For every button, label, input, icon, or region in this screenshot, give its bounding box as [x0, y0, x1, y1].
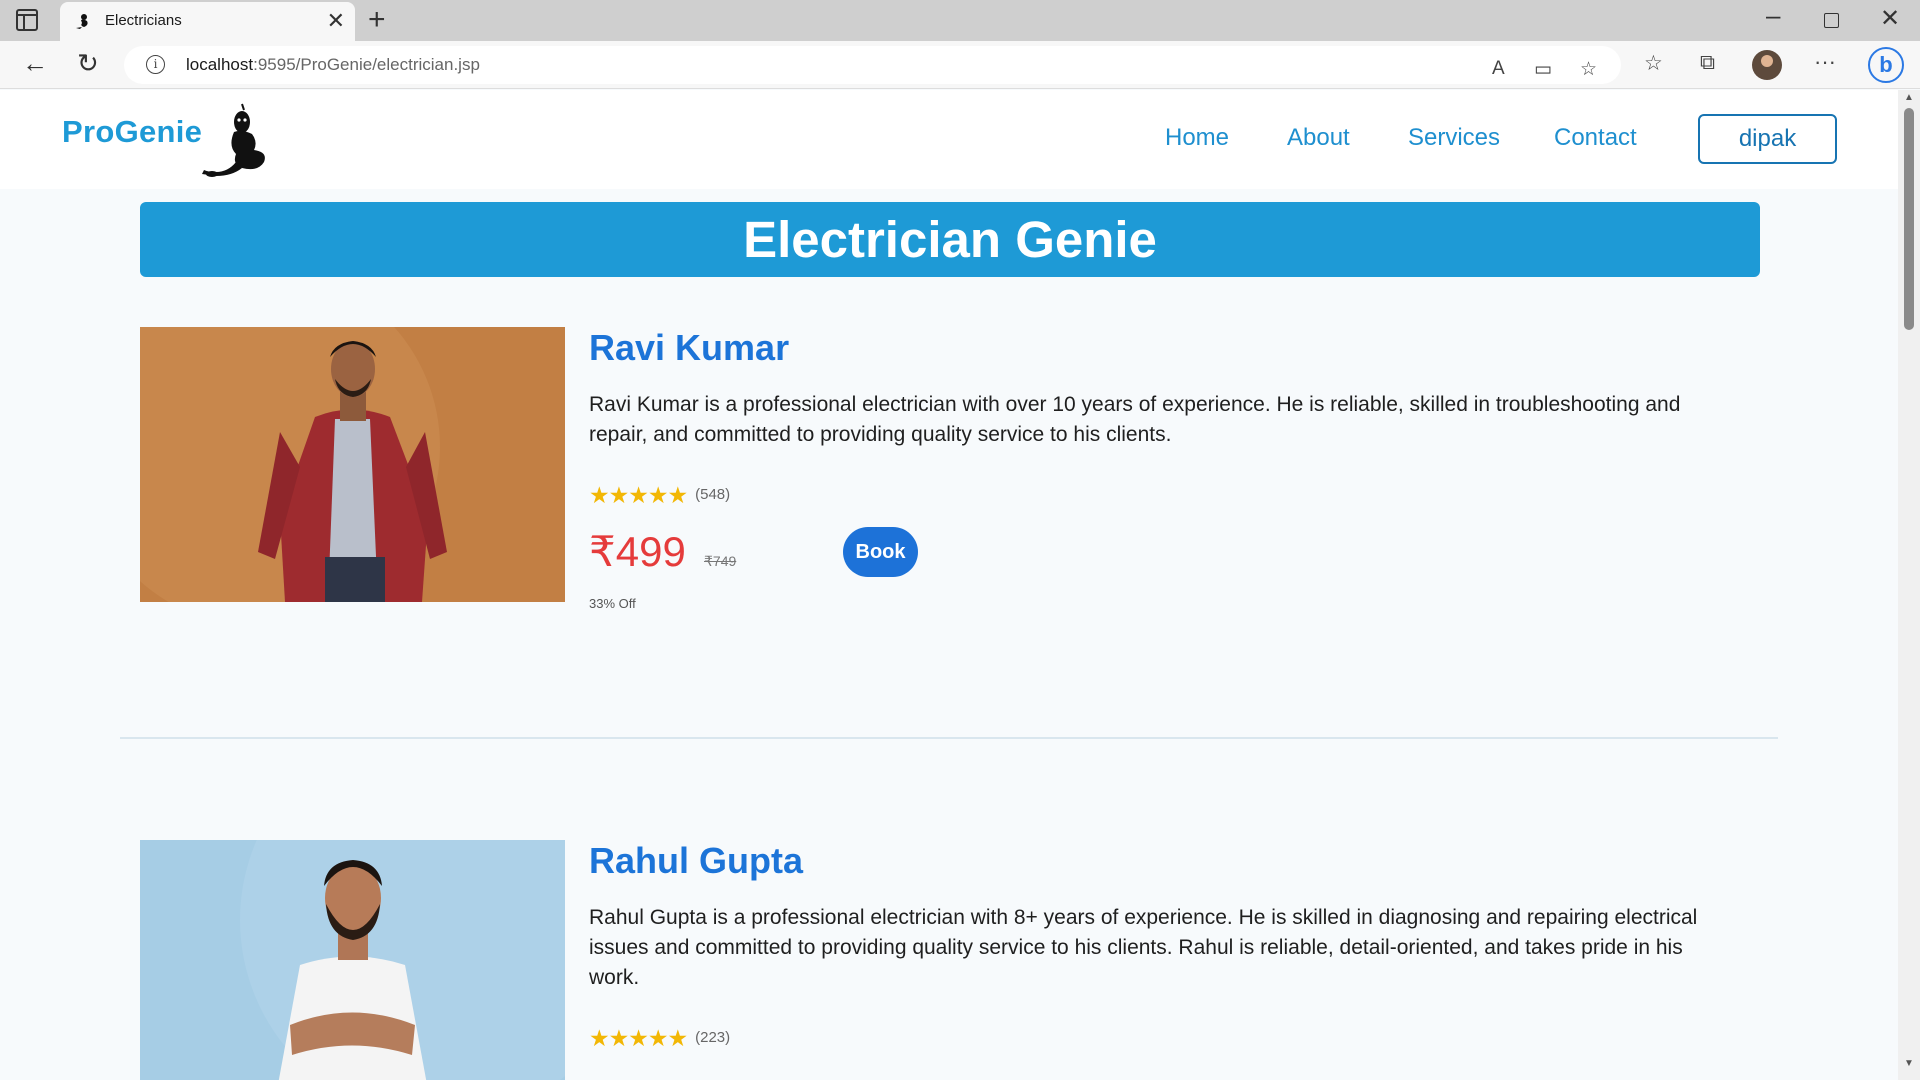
info-icon[interactable]: i: [146, 55, 165, 74]
nav-contact-link[interactable]: Contact: [1554, 124, 1637, 152]
review-count: (223): [695, 1029, 731, 1046]
rating: ★★★★★ (548): [589, 482, 730, 509]
electrician-name[interactable]: Ravi Kumar: [589, 327, 789, 369]
url-path: :9595/ProGenie/electrician.jsp: [253, 55, 480, 74]
electrician-description: Rahul Gupta is a professional electricia…: [589, 906, 1698, 989]
add-favorite-icon[interactable]: ☆: [1580, 58, 1597, 81]
electrician-photo: [140, 327, 565, 602]
price: ₹499: [589, 528, 686, 575]
nav-home-link[interactable]: Home: [1165, 124, 1229, 152]
address-bar[interactable]: i localhost:9595/ProGenie/electrician.js…: [124, 46, 1621, 84]
page-scrollbar[interactable]: ▲ ▼: [1898, 90, 1920, 1080]
scroll-thumb[interactable]: [1904, 108, 1914, 330]
person-photo-illustration: [140, 327, 565, 602]
sidebar-icon[interactable]: [16, 9, 38, 31]
read-aloud-icon[interactable]: A: [1492, 58, 1505, 80]
brand-logo-text[interactable]: ProGenie: [62, 114, 202, 150]
genie-favicon-icon: [76, 14, 88, 29]
url-text[interactable]: localhost:9595/ProGenie/electrician.jsp: [186, 55, 480, 75]
person-photo-illustration: [140, 840, 565, 1080]
new-tab-button[interactable]: +: [368, 3, 386, 37]
tab-title: Electricians: [105, 12, 182, 29]
minimize-icon[interactable]: –: [1766, 0, 1780, 31]
nav-services-link[interactable]: Services: [1408, 124, 1500, 152]
review-count: (548): [695, 486, 731, 503]
browser-tab-bar: Electricians ✕ + – ✕: [0, 0, 1920, 41]
copilot-icon[interactable]: b: [1868, 47, 1904, 83]
scroll-up-icon[interactable]: ▲: [1904, 92, 1914, 103]
browser-tab[interactable]: Electricians ✕: [60, 2, 355, 41]
electrician-name[interactable]: Rahul Gupta: [589, 840, 803, 882]
window-close-icon[interactable]: ✕: [1880, 4, 1900, 33]
electrician-photo: [140, 840, 565, 1080]
nav-about-link[interactable]: About: [1287, 124, 1350, 152]
page-title-banner: Electrician Genie: [140, 202, 1760, 277]
back-arrow-icon[interactable]: ←: [22, 48, 48, 79]
book-button[interactable]: Book: [843, 527, 918, 577]
card-divider: [120, 737, 1778, 739]
restore-icon[interactable]: [1824, 13, 1839, 28]
profile-avatar[interactable]: [1752, 50, 1782, 80]
favorites-icon[interactable]: ☆: [1644, 51, 1663, 76]
rating: ★★★★★ (223): [589, 1025, 730, 1052]
star-rating-icon: ★★★★★: [589, 482, 688, 508]
immersive-reader-icon[interactable]: ▭: [1534, 58, 1552, 81]
reload-icon[interactable]: ↻: [77, 48, 99, 79]
user-account-button[interactable]: dipak: [1698, 114, 1837, 164]
tab-close-icon[interactable]: ✕: [327, 8, 345, 34]
scroll-down-icon[interactable]: ▼: [1904, 1058, 1914, 1069]
original-price: ₹749: [704, 553, 737, 569]
more-icon[interactable]: ···: [1814, 49, 1836, 75]
browser-toolbar: ← ↻ i localhost:9595/ProGenie/electricia…: [0, 41, 1920, 89]
genie-logo-icon: [202, 103, 265, 177]
discount-label: 33% Off: [589, 596, 636, 611]
collections-icon[interactable]: ⧉: [1700, 51, 1715, 75]
page-viewport: ProGenie Home About Services Contact dip…: [0, 90, 1898, 1080]
site-header: ProGenie Home About Services Contact dip…: [0, 90, 1898, 189]
star-rating-icon: ★★★★★: [589, 1025, 688, 1051]
url-host: localhost: [186, 55, 254, 74]
electrician-description: Ravi Kumar is a professional electrician…: [589, 393, 1681, 446]
